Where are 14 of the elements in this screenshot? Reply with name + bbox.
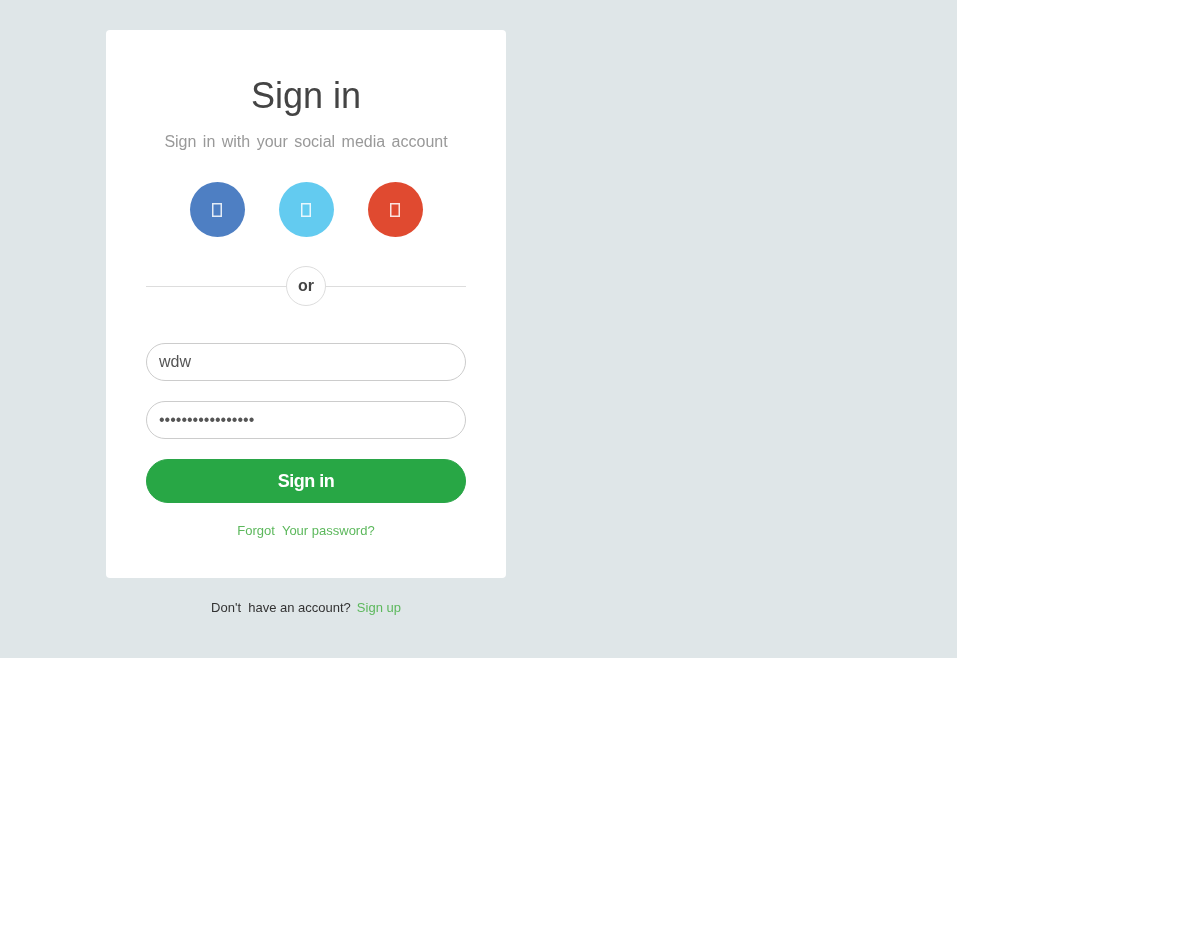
missing-glyph-icon (212, 202, 222, 217)
forgot-password-link[interactable]: Forgot Your password? (237, 523, 375, 538)
password-field[interactable]: ••••••••••••••••• (146, 401, 466, 439)
or-divider-label: or (286, 266, 326, 306)
username-field[interactable]: wdw (146, 343, 466, 381)
missing-glyph-icon (301, 202, 311, 217)
card-subtitle: Sign in with your social media account (164, 133, 448, 151)
card-title: Sign in (250, 76, 362, 116)
social-login-button[interactable] (189, 182, 245, 237)
no-account-text: Don't have an account? (211, 600, 351, 615)
sign-in-button[interactable]: Sign in (146, 459, 466, 503)
sign-up-link[interactable]: Sign up (356, 600, 401, 615)
missing-glyph-icon (390, 202, 400, 217)
social-login-button[interactable] (367, 182, 423, 237)
